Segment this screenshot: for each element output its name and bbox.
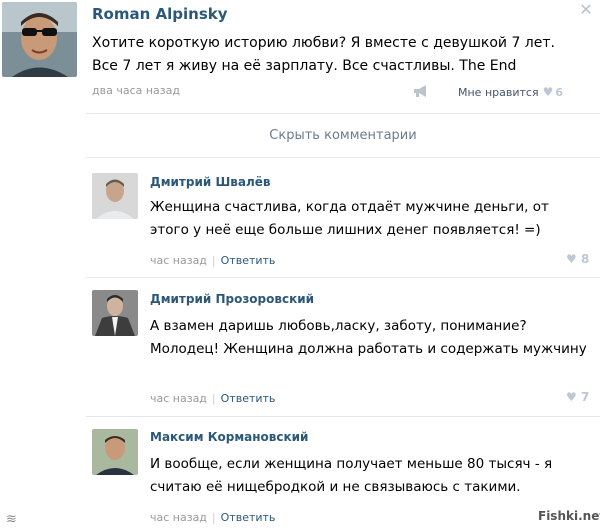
like-label: Мне нравится [458,86,539,99]
divider [86,277,600,278]
close-icon[interactable]: ✕ [578,2,594,18]
comment-text: Женщина счастлива, когда отдаёт мужчине … [150,199,549,238]
author-avatar[interactable] [2,2,77,77]
megaphone-icon[interactable] [412,83,430,102]
comment-meta: час назад | Ответить [150,392,276,405]
reply-button[interactable]: Ответить [221,392,276,405]
watermark-text: Fishki.net [538,509,600,523]
commenter-avatar[interactable] [92,429,138,475]
divider [86,113,600,114]
divider [86,416,600,417]
heart-icon: ♥ [542,85,554,99]
comment-timestamp[interactable]: час назад [150,392,207,405]
post-like-button[interactable]: Мне нравится ♥ 6 [458,85,563,99]
comment-timestamp[interactable]: час назад [150,511,207,524]
comment-timestamp[interactable]: час назад [150,254,207,267]
like-count: 6 [555,86,563,99]
comment-like-button[interactable]: ♥ 8 [566,252,589,266]
comment-like-count: 7 [580,390,590,404]
comment-author[interactable]: Дмитрий Швалёв [150,175,270,189]
post-text: Хотите короткую историю любви? Я вместе … [92,35,555,74]
comment-author[interactable]: Максим Кормановский [150,430,308,444]
heart-icon: ♥ [566,252,577,266]
comment-meta: час назад | Ответить [150,254,276,267]
post-timestamp[interactable]: два часа назад [92,84,180,97]
divider [86,157,600,158]
post-author[interactable]: Roman Alpinsky [92,5,228,23]
comment-like-count: 8 [580,252,590,266]
post: Roman Alpinsky Хотите короткую историю л… [0,0,600,115]
comment-author[interactable]: Дмитрий Прозоровский [150,292,314,306]
watermark-logo-icon: ≋ [6,512,17,527]
comment-text: А взамен даришь любовь,ласку, заботу, по… [150,318,587,357]
comment-meta: час назад | Ответить [150,511,276,524]
reply-button[interactable]: Ответить [221,511,276,524]
heart-icon: ♥ [566,390,577,404]
reply-button[interactable]: Ответить [221,254,276,267]
comment-like-button[interactable]: ♥ 7 [566,390,589,404]
comment-text: И вообще, если женщина получает меньше 8… [150,456,553,495]
commenter-avatar[interactable] [92,173,138,219]
commenter-avatar[interactable] [92,290,138,336]
hide-comments-link[interactable]: Скрыть комментарии [86,128,600,143]
